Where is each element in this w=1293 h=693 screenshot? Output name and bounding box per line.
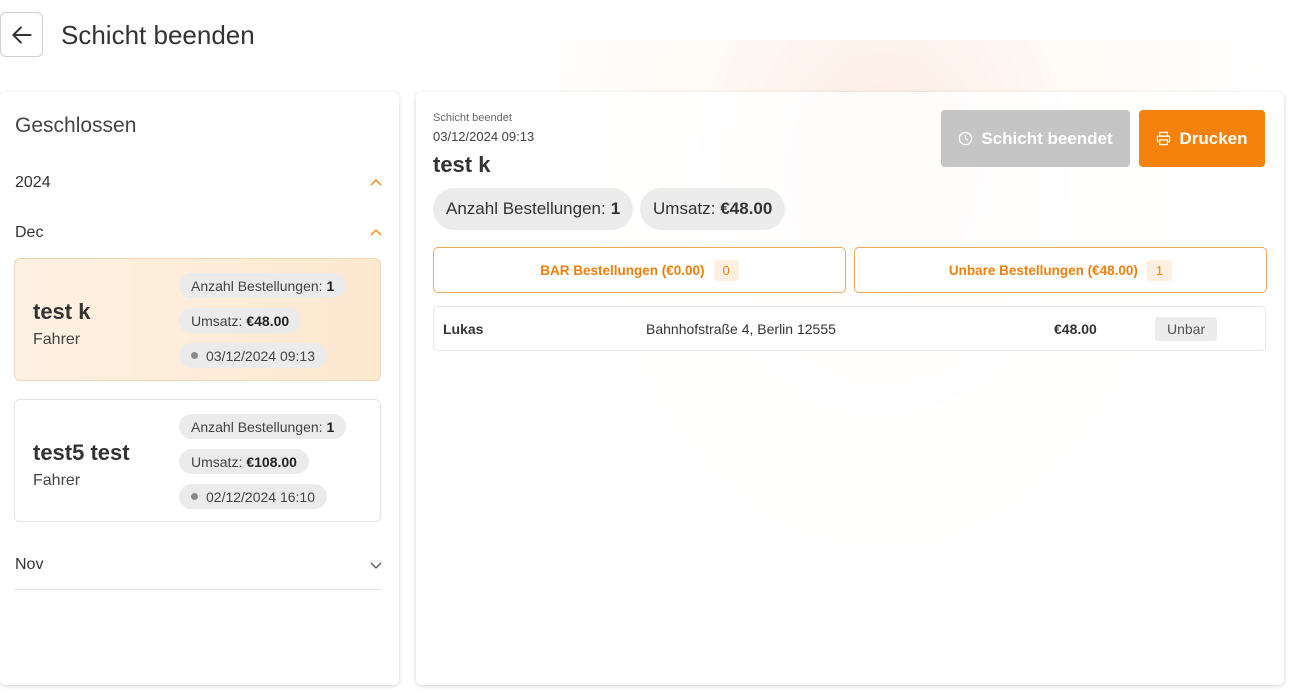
tab-label: BAR Bestellungen (€0.00) [540,262,705,278]
year-accordion-2024[interactable]: 2024 [15,168,383,198]
orders-label: Anzahl Bestellungen: [191,418,323,435]
orders-count-pill: Anzahl Bestellungen: 1 [179,273,347,298]
revenue-label: Umsatz: [191,312,243,329]
chevron-down-icon [370,562,382,569]
shift-date: 02/12/2024 16:10 [206,488,315,505]
shift-ended-label: Schicht beendet [981,128,1113,148]
revenue-value: €48.00 [246,312,290,329]
revenue-value: €48.00 [720,199,773,218]
orders-label: Anzahl Bestellungen: [446,199,606,218]
orders-count-pill: Anzahl Bestellungen: 1 [433,188,634,230]
orders-value: 1 [610,199,621,218]
closed-shifts-panel: Geschlossen 2024 Dec test k Fahrer Anzah… [0,92,399,685]
print-label: Drucken [1179,128,1248,148]
month-label: Nov [15,556,44,573]
back-button[interactable] [0,12,43,57]
top-bar: Schicht beenden [0,0,1293,70]
orders-label: Anzahl Bestellungen: [191,277,323,294]
shift-ended-button[interactable]: Schicht beendet [941,110,1130,167]
status-dot-icon [191,493,198,500]
shift-name: test5 test [33,440,130,465]
divider [14,589,382,590]
orders-count-pill: Anzahl Bestellungen: 1 [179,414,347,439]
revenue-pill: Umsatz: €48.00 [640,188,786,230]
revenue-value: €108.00 [246,453,297,470]
tab-count-badge: 0 [713,259,739,281]
month-accordion-dec[interactable]: Dec [15,218,383,248]
print-button[interactable]: Drucken [1139,110,1265,167]
shift-role: Fahrer [33,331,81,348]
tab-label: Unbare Bestellungen (€48.00) [948,262,1138,278]
clock-icon [958,131,973,146]
shift-status-label: Schicht beendet [433,112,512,124]
order-row[interactable]: Lukas Bahnhofstraße 4, Berlin 12555 €48.… [433,306,1266,351]
revenue-pill: Umsatz: €108.00 [179,449,309,474]
chevron-up-icon [370,229,382,236]
shift-detail-panel: Schicht beendet 03/12/2024 09:13 test k … [416,92,1284,685]
shift-name: test k [433,152,491,177]
orders-value: 1 [326,418,335,435]
month-label: Dec [15,224,44,241]
shift-date: 03/12/2024 09:13 [206,347,315,364]
payment-type-badge: Unbar [1155,317,1218,341]
panel-title: Geschlossen [15,114,137,137]
printer-icon [1156,131,1171,146]
tab-count-badge: 1 [1146,259,1173,281]
revenue-pill: Umsatz: €48.00 [179,308,302,333]
orders-value: 1 [326,277,335,294]
shift-card[interactable]: test k Fahrer Anzahl Bestellungen: 1 Ums… [14,258,381,381]
arrow-left-icon [11,25,32,44]
shift-role: Fahrer [33,472,81,489]
revenue-label: Umsatz: [191,453,243,470]
order-address: Bahnhofstraße 4, Berlin 12555 [646,321,836,337]
shift-name: test k [33,299,91,324]
revenue-label: Umsatz: [653,199,716,218]
date-pill: 02/12/2024 16:10 [179,484,327,509]
order-amount: €48.00 [1054,321,1097,337]
shift-card[interactable]: test5 test Fahrer Anzahl Bestellungen: 1… [14,399,381,522]
shift-date: 03/12/2024 09:13 [433,129,535,144]
tab-noncash-orders[interactable]: Unbare Bestellungen (€48.00) 1 [854,247,1267,293]
chevron-up-icon [370,179,382,186]
date-pill: 03/12/2024 09:13 [179,343,327,368]
tab-cash-orders[interactable]: BAR Bestellungen (€0.00) 0 [433,247,846,293]
status-dot-icon [191,352,198,359]
page-title: Schicht beenden [61,20,255,50]
month-accordion-nov[interactable]: Nov [15,550,383,580]
year-label: 2024 [15,174,51,191]
order-customer: Lukas [443,321,484,337]
